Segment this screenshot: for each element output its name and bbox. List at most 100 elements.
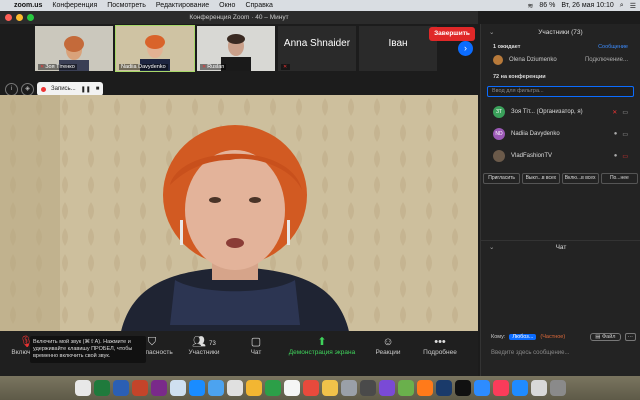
thumbnail-ivan[interactable]: Іван	[359, 26, 437, 71]
thumbnail-anna[interactable]: Anna Shnaider ✕	[278, 26, 356, 71]
settings-icon[interactable]	[340, 380, 357, 396]
participant-row[interactable]: ЗТ Зоя Тіт... (Организатор, я) ✕ ▭	[481, 101, 640, 123]
thumbnail-name: Ruslan	[207, 64, 225, 70]
title-bar: Конференция Zoom · 40 – Минут	[0, 11, 478, 24]
ellipsis-icon: •••	[434, 336, 446, 348]
viber-icon[interactable]	[378, 380, 395, 396]
appletv-icon[interactable]	[454, 380, 471, 396]
wifi-icon[interactable]: ≋	[528, 2, 534, 10]
more-options-button[interactable]: По...нее	[600, 173, 638, 184]
menu-help[interactable]: Справка	[245, 2, 272, 9]
end-meeting-button[interactable]: Завершить	[429, 27, 475, 41]
stop-recording-button[interactable]: ■	[96, 86, 100, 92]
camera-icon[interactable]: ▭	[622, 131, 628, 138]
reactions-button[interactable]: ☺ Реакции	[362, 335, 414, 356]
photos-icon[interactable]	[169, 380, 186, 396]
zoom-window-button[interactable]	[27, 14, 34, 21]
recipient-select[interactable]: Любоз...	[509, 334, 537, 340]
menu-window[interactable]: Окно	[219, 2, 235, 9]
avatar	[493, 55, 503, 65]
firefox-icon[interactable]	[416, 380, 433, 396]
thumbnail-zoya[interactable]: ✕Зоя Тітенко	[35, 26, 113, 71]
mic-muted-icon[interactable]: ✕	[612, 109, 617, 116]
control-center-icon[interactable]: ☰	[630, 2, 636, 10]
minimize-window-button[interactable]	[16, 14, 23, 21]
downloads-icon[interactable]	[530, 380, 547, 396]
info-icon[interactable]: i	[5, 82, 18, 96]
thumbnail-ruslan[interactable]: ✕Ruslan	[197, 26, 275, 71]
participant-name: Nadiia Davydenko	[511, 131, 560, 137]
calendar-icon[interactable]	[302, 380, 319, 396]
participants-button[interactable]: 👥︎ 73 Участники	[178, 335, 230, 356]
invite-button[interactable]: Пригласить	[483, 173, 521, 184]
mute-all-button[interactable]: Выкл...в всех	[522, 173, 560, 184]
trash-icon[interactable]	[549, 380, 566, 396]
powerpoint-icon[interactable]	[131, 380, 148, 396]
recording-bar: i ◈ Запись... ❚❚ ■	[5, 82, 104, 96]
files-icon[interactable]	[226, 380, 243, 396]
camera-icon[interactable]: ▭	[622, 109, 628, 116]
participant-row[interactable]: ND Nadiia Davydenko ● ▭	[481, 123, 640, 145]
close-window-button[interactable]	[5, 14, 12, 21]
mic-muted-icon: ✕	[202, 64, 207, 70]
mail-icon[interactable]	[511, 380, 528, 396]
avatar: ЗТ	[493, 106, 505, 118]
notes-icon[interactable]	[321, 380, 338, 396]
recording-label: Запись...	[51, 86, 76, 92]
participant-row[interactable]: VladFashionTV ● ▭	[481, 145, 640, 167]
next-page-button[interactable]: ›	[458, 41, 473, 56]
more-button[interactable]: ••• Подробнее	[414, 335, 466, 356]
main-video	[0, 95, 478, 336]
pause-recording-button[interactable]: ❚❚	[81, 86, 91, 93]
avatar: ND	[493, 128, 505, 140]
file-button[interactable]: ▤ Файл	[590, 333, 621, 341]
waiting-status: Подключение...	[584, 57, 628, 63]
cloud-icon[interactable]	[207, 380, 224, 396]
zoom-icon[interactable]	[473, 380, 490, 396]
chrome-icon[interactable]	[264, 380, 281, 396]
menu-edit[interactable]: Редактирование	[156, 2, 209, 9]
thumbnail-nadiia[interactable]: Nadiia Davydenko	[115, 25, 195, 72]
mic-icon[interactable]: ●	[614, 153, 618, 160]
smile-icon: ☺	[382, 336, 394, 348]
chat-button[interactable]: ▢ Чат	[230, 335, 282, 356]
avatar	[493, 150, 505, 162]
search-icon[interactable]: ⌕	[620, 2, 624, 10]
excel-icon[interactable]	[93, 380, 110, 396]
share-arrow-icon: ⬆	[317, 336, 327, 348]
shield-icon[interactable]: ◈	[21, 82, 34, 96]
whatsapp-icon[interactable]	[397, 380, 414, 396]
waiting-row[interactable]: Olena Dziumenko Подключение...	[481, 52, 640, 68]
message-waiting-link[interactable]: Сообщение	[598, 44, 628, 50]
appstore-icon[interactable]	[188, 380, 205, 396]
dock	[0, 376, 640, 400]
battery-text[interactable]: 86 %	[539, 2, 555, 9]
menu-conference[interactable]: Конференция	[52, 2, 97, 9]
collapse-chevron-icon[interactable]: ⌄	[489, 241, 494, 255]
mic-icon[interactable]: ●	[614, 131, 618, 138]
terminal-icon[interactable]	[359, 380, 376, 396]
menu-app[interactable]: zoom.us	[14, 2, 42, 9]
chat-more-button[interactable]: ···	[624, 333, 636, 341]
word-icon[interactable]	[112, 380, 129, 396]
chat-input[interactable]: Введите здесь сообщение...	[491, 350, 570, 356]
unmute-all-button[interactable]: Вклю...в всех	[561, 173, 599, 184]
share-screen-button[interactable]: ⬆ Демонстрация экрана	[282, 335, 362, 356]
to-label: Кому:	[491, 334, 506, 340]
collapse-chevron-icon[interactable]: ⌄	[489, 24, 494, 42]
app-icon[interactable]	[435, 380, 452, 396]
finder-icon[interactable]	[74, 380, 91, 396]
camera-off-icon[interactable]: ▭	[622, 153, 628, 160]
clock[interactable]: Вт, 26 мая 10:10	[561, 2, 613, 9]
participant-name: Зоя Тіт... (Организатор, я)	[511, 109, 583, 115]
file-icon: ▤	[595, 334, 602, 340]
menu-view[interactable]: Посмотреть	[107, 2, 146, 9]
filter-input[interactable]: Ввод для фильтра...	[487, 86, 634, 97]
mic-muted-icon: ✕	[283, 64, 288, 70]
music-icon[interactable]	[492, 380, 509, 396]
preview-icon[interactable]	[283, 380, 300, 396]
onenote-icon[interactable]	[150, 380, 167, 396]
photos-app-icon[interactable]	[245, 380, 262, 396]
thumbnail-name: Іван	[388, 38, 408, 49]
menu-bar: zoom.us Конференция Посмотреть Редактиро…	[0, 0, 640, 11]
